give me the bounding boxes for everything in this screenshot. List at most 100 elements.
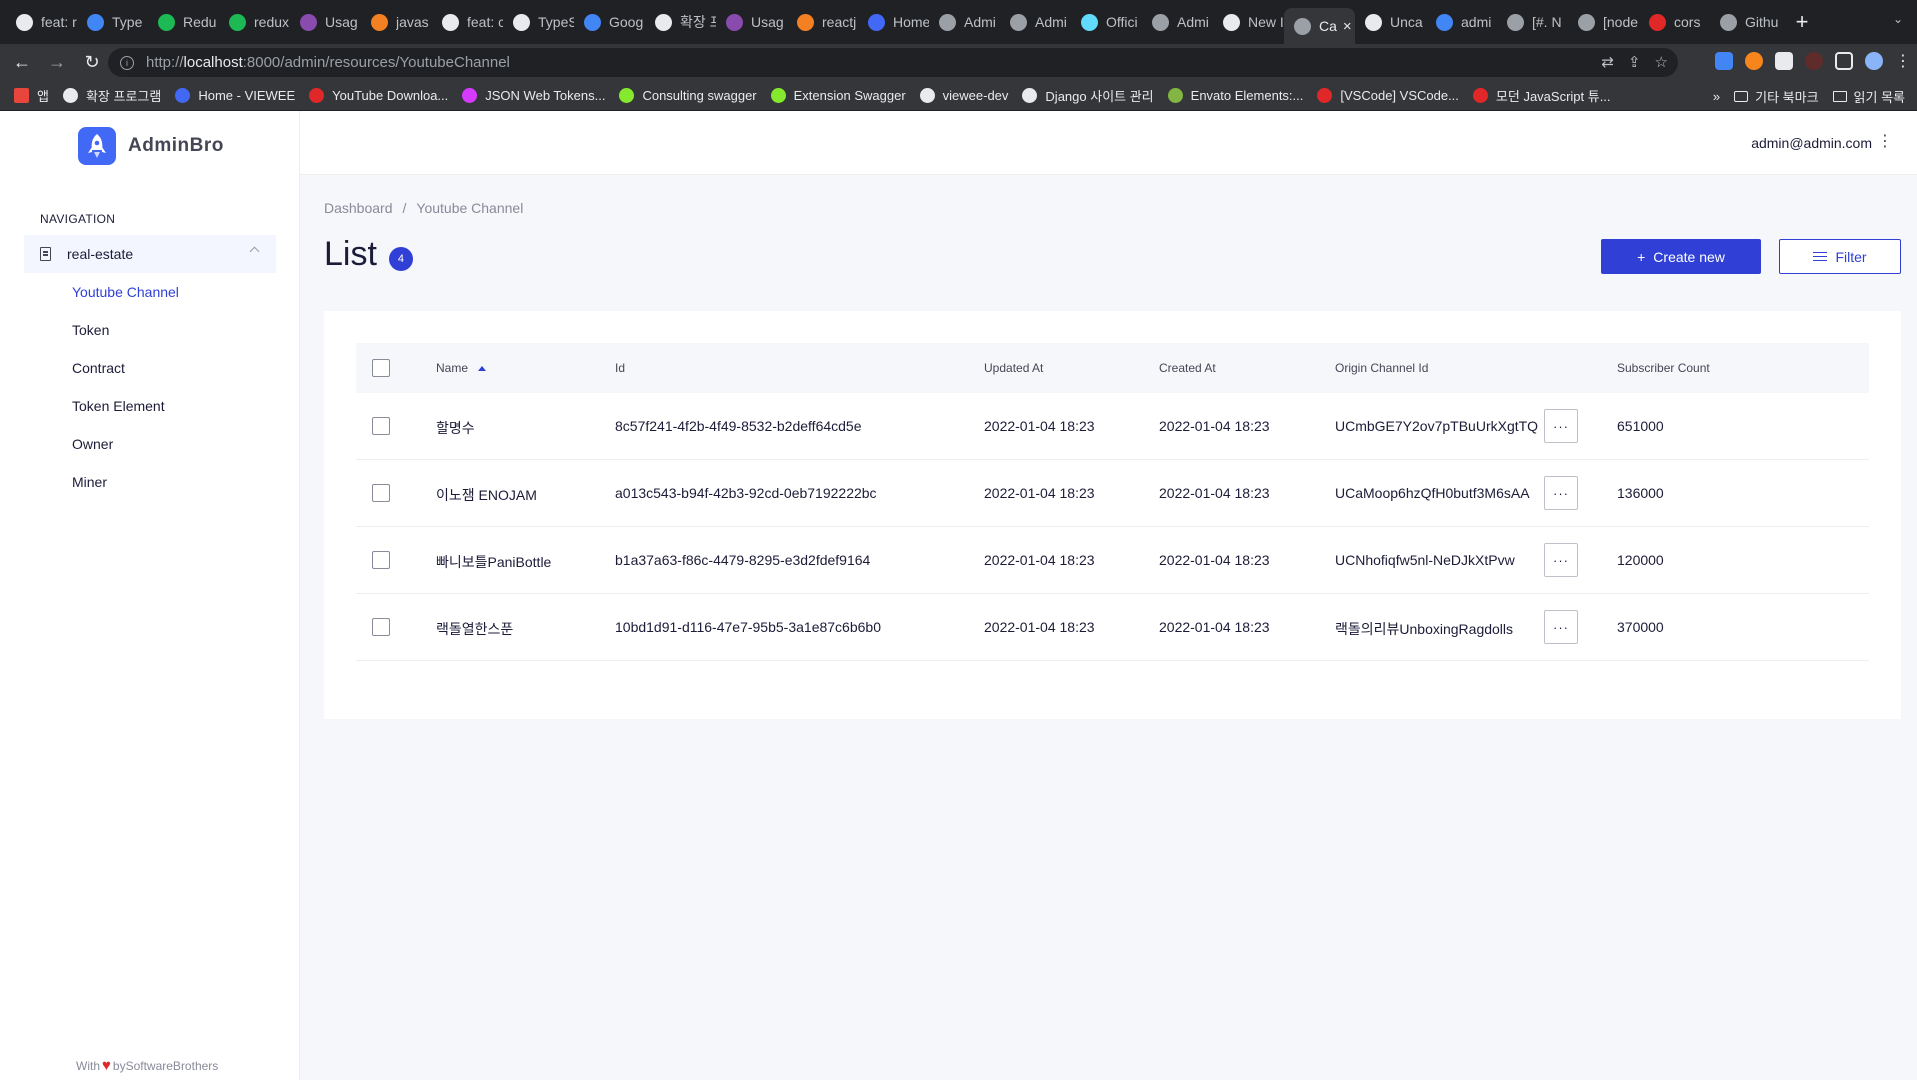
browser-tab[interactable]: Ca × — [1284, 8, 1355, 44]
notion-icon — [1578, 13, 1595, 31]
site-info-icon[interactable]: i — [120, 55, 134, 70]
browser-tab[interactable]: Usag — [290, 6, 361, 38]
other-bookmarks-folder[interactable]: 기타 북마크 — [1734, 87, 1819, 106]
browser-tab[interactable]: [node — [1568, 6, 1639, 38]
extension-icon[interactable] — [1805, 52, 1823, 70]
browser-tab[interactable]: Redu — [148, 6, 219, 38]
bookmark-item[interactable]: Envato Elements:... — [1167, 88, 1303, 103]
browser-tab[interactable]: Githu — [1710, 6, 1781, 38]
footer-credit-link[interactable]: bySoftwareBrothers — [113, 1059, 218, 1073]
new-tab-button[interactable]: + — [1787, 7, 1817, 37]
browser-tab[interactable]: redux — [219, 6, 290, 38]
browser-tab[interactable]: Offici — [1071, 6, 1142, 38]
bookmark-item[interactable]: 확장 프로그램 — [62, 86, 161, 105]
table-row[interactable]: 할명수 8c57f241-4f2b-4f49-8532-b2deff64cd5e… — [356, 393, 1869, 460]
bookmark-item[interactable]: JSON Web Tokens... — [462, 88, 605, 103]
browser-tab[interactable]: Home — [858, 6, 929, 38]
table-row[interactable]: 이노잼 ENOJAM a013c543-b94f-42b3-92cd-0eb71… — [356, 460, 1869, 527]
metamask-extension-icon[interactable] — [1745, 52, 1763, 70]
bookmark-item[interactable]: Home - VIEWEE — [175, 88, 295, 103]
reading-list-button[interactable]: 읽기 목록 — [1832, 87, 1905, 106]
bookmark-item[interactable]: viewee-dev — [919, 88, 1009, 103]
logged-in-user[interactable]: admin@admin.com — [1751, 135, 1872, 151]
browser-tab[interactable]: Goog — [574, 6, 645, 38]
translate-extension-icon[interactable] — [1715, 52, 1733, 70]
column-header-subscriber-count[interactable]: Subscriber Count — [1617, 361, 1710, 375]
browser-tab[interactable]: Admi — [929, 6, 1000, 38]
browser-tab[interactable]: [#. N — [1497, 6, 1568, 38]
table-row[interactable]: 랙돌열한스푼 10bd1d91-d116-47e7-95b5-3a1e87c6b… — [356, 594, 1869, 661]
sidebar-item-contract[interactable]: Contract — [72, 349, 179, 387]
sidebar-item-miner[interactable]: Miner — [72, 463, 179, 501]
browser-tab[interactable]: javas — [361, 6, 432, 38]
forward-arrow-icon[interactable]: → — [44, 50, 70, 76]
page-title: List 4 — [324, 235, 413, 274]
sidebar-item-token[interactable]: Token — [72, 311, 179, 349]
table-row[interactable]: 빠니보틀PaniBottle b1a37a63-f86c-4479-8295-e… — [356, 527, 1869, 594]
bookmark-star-icon[interactable]: ☆ — [1655, 53, 1668, 71]
bookmark-item[interactable]: YouTube Downloa... — [309, 88, 448, 103]
column-header-updated-at[interactable]: Updated At — [984, 361, 1043, 375]
browser-tab[interactable]: feat: c — [432, 6, 503, 38]
browser-tab[interactable]: Admi — [1000, 6, 1071, 38]
browser-tab[interactable]: TypeS — [503, 6, 574, 38]
browser-tab[interactable]: cors — [1639, 6, 1710, 38]
nav-group-real-estate[interactable]: real-estate — [24, 235, 276, 273]
column-header-id[interactable]: Id — [615, 361, 625, 375]
row-actions-button[interactable]: ··· — [1544, 476, 1578, 510]
row-checkbox[interactable] — [372, 618, 390, 636]
sidebar-item-token-element[interactable]: Token Element — [72, 387, 179, 425]
select-all-checkbox[interactable] — [372, 359, 390, 377]
bookmark-label: viewee-dev — [942, 88, 1009, 103]
bookmarks-more-button[interactable]: » — [1713, 89, 1720, 104]
browser-tab[interactable]: Unca — [1355, 6, 1426, 38]
browser-menu-icon[interactable]: ⋮ — [1895, 51, 1911, 71]
cell-origin-channel-id: 랙돌의리뷰UnboxingRagdolls — [1335, 621, 1514, 637]
bookmark-item[interactable]: 모던 JavaScript 튜... — [1472, 86, 1611, 105]
browser-tab[interactable]: feat: r — [6, 6, 77, 38]
address-url[interactable]: http://localhost:8000/admin/resources/Yo… — [146, 54, 510, 71]
bookmark-item[interactable]: Extension Swagger — [770, 88, 906, 103]
row-actions-button[interactable]: ··· — [1544, 543, 1578, 577]
browser-tab[interactable]: New I — [1213, 6, 1284, 38]
row-checkbox[interactable] — [372, 551, 390, 569]
column-header-created-at[interactable]: Created At — [1159, 361, 1216, 375]
create-new-button[interactable]: + Create new — [1601, 239, 1761, 274]
browser-tab[interactable]: Type — [77, 6, 148, 38]
brand-logo[interactable]: AdminBro — [78, 127, 224, 165]
row-checkbox[interactable] — [372, 417, 390, 435]
breadcrumb-dashboard[interactable]: Dashboard — [324, 200, 393, 216]
address-bar[interactable]: i http://localhost:8000/admin/resources/… — [108, 48, 1678, 77]
bookmark-item[interactable]: Django 사이트 관리 — [1022, 86, 1154, 105]
browser-tab[interactable]: Usag — [716, 6, 787, 38]
bookmark-item[interactable]: Consulting swagger — [619, 88, 757, 103]
profile-avatar-icon[interactable] — [1865, 52, 1883, 70]
tab-search-chevron-icon[interactable]: ⌄ — [1893, 12, 1903, 26]
bookmark-item[interactable]: [VSCode] VSCode... — [1317, 88, 1459, 103]
back-arrow-icon[interactable]: ← — [9, 50, 35, 76]
user-menu-kebab-icon[interactable]: ⋮ — [1877, 131, 1893, 151]
bookmark-item[interactable]: 앱 — [14, 86, 49, 105]
row-actions-button[interactable]: ··· — [1544, 610, 1578, 644]
breadcrumb-youtube-channel[interactable]: Youtube Channel — [416, 200, 523, 216]
filter-button[interactable]: Filter — [1779, 239, 1901, 274]
share-icon[interactable]: ⇪ — [1628, 53, 1641, 71]
row-checkbox[interactable] — [372, 484, 390, 502]
column-header-name[interactable]: Name — [436, 361, 487, 375]
breadcrumb-separator: / — [402, 200, 407, 216]
reload-icon[interactable]: ↻ — [79, 50, 105, 76]
puzzle-extensions-icon[interactable] — [1835, 52, 1853, 70]
stackoverflow-icon — [371, 13, 388, 31]
sidebar-item-youtube-channel[interactable]: Youtube Channel — [72, 273, 179, 311]
row-actions-button[interactable]: ··· — [1544, 409, 1578, 443]
column-header-origin-channel-id[interactable]: Origin Channel Id — [1335, 361, 1428, 375]
sidebar-item-owner[interactable]: Owner — [72, 425, 179, 463]
browser-tab[interactable]: admi — [1426, 6, 1497, 38]
browser-tab[interactable]: reactj — [787, 6, 858, 38]
browser-tab[interactable]: 확장 프 — [645, 6, 716, 38]
translate-icon[interactable]: ⇄ — [1601, 53, 1614, 71]
extension-icon[interactable] — [1775, 52, 1793, 70]
close-tab-icon[interactable]: × — [1343, 18, 1352, 35]
browser-tab[interactable]: Admi — [1142, 6, 1213, 38]
browser-tab-title: Offici — [1106, 14, 1138, 30]
